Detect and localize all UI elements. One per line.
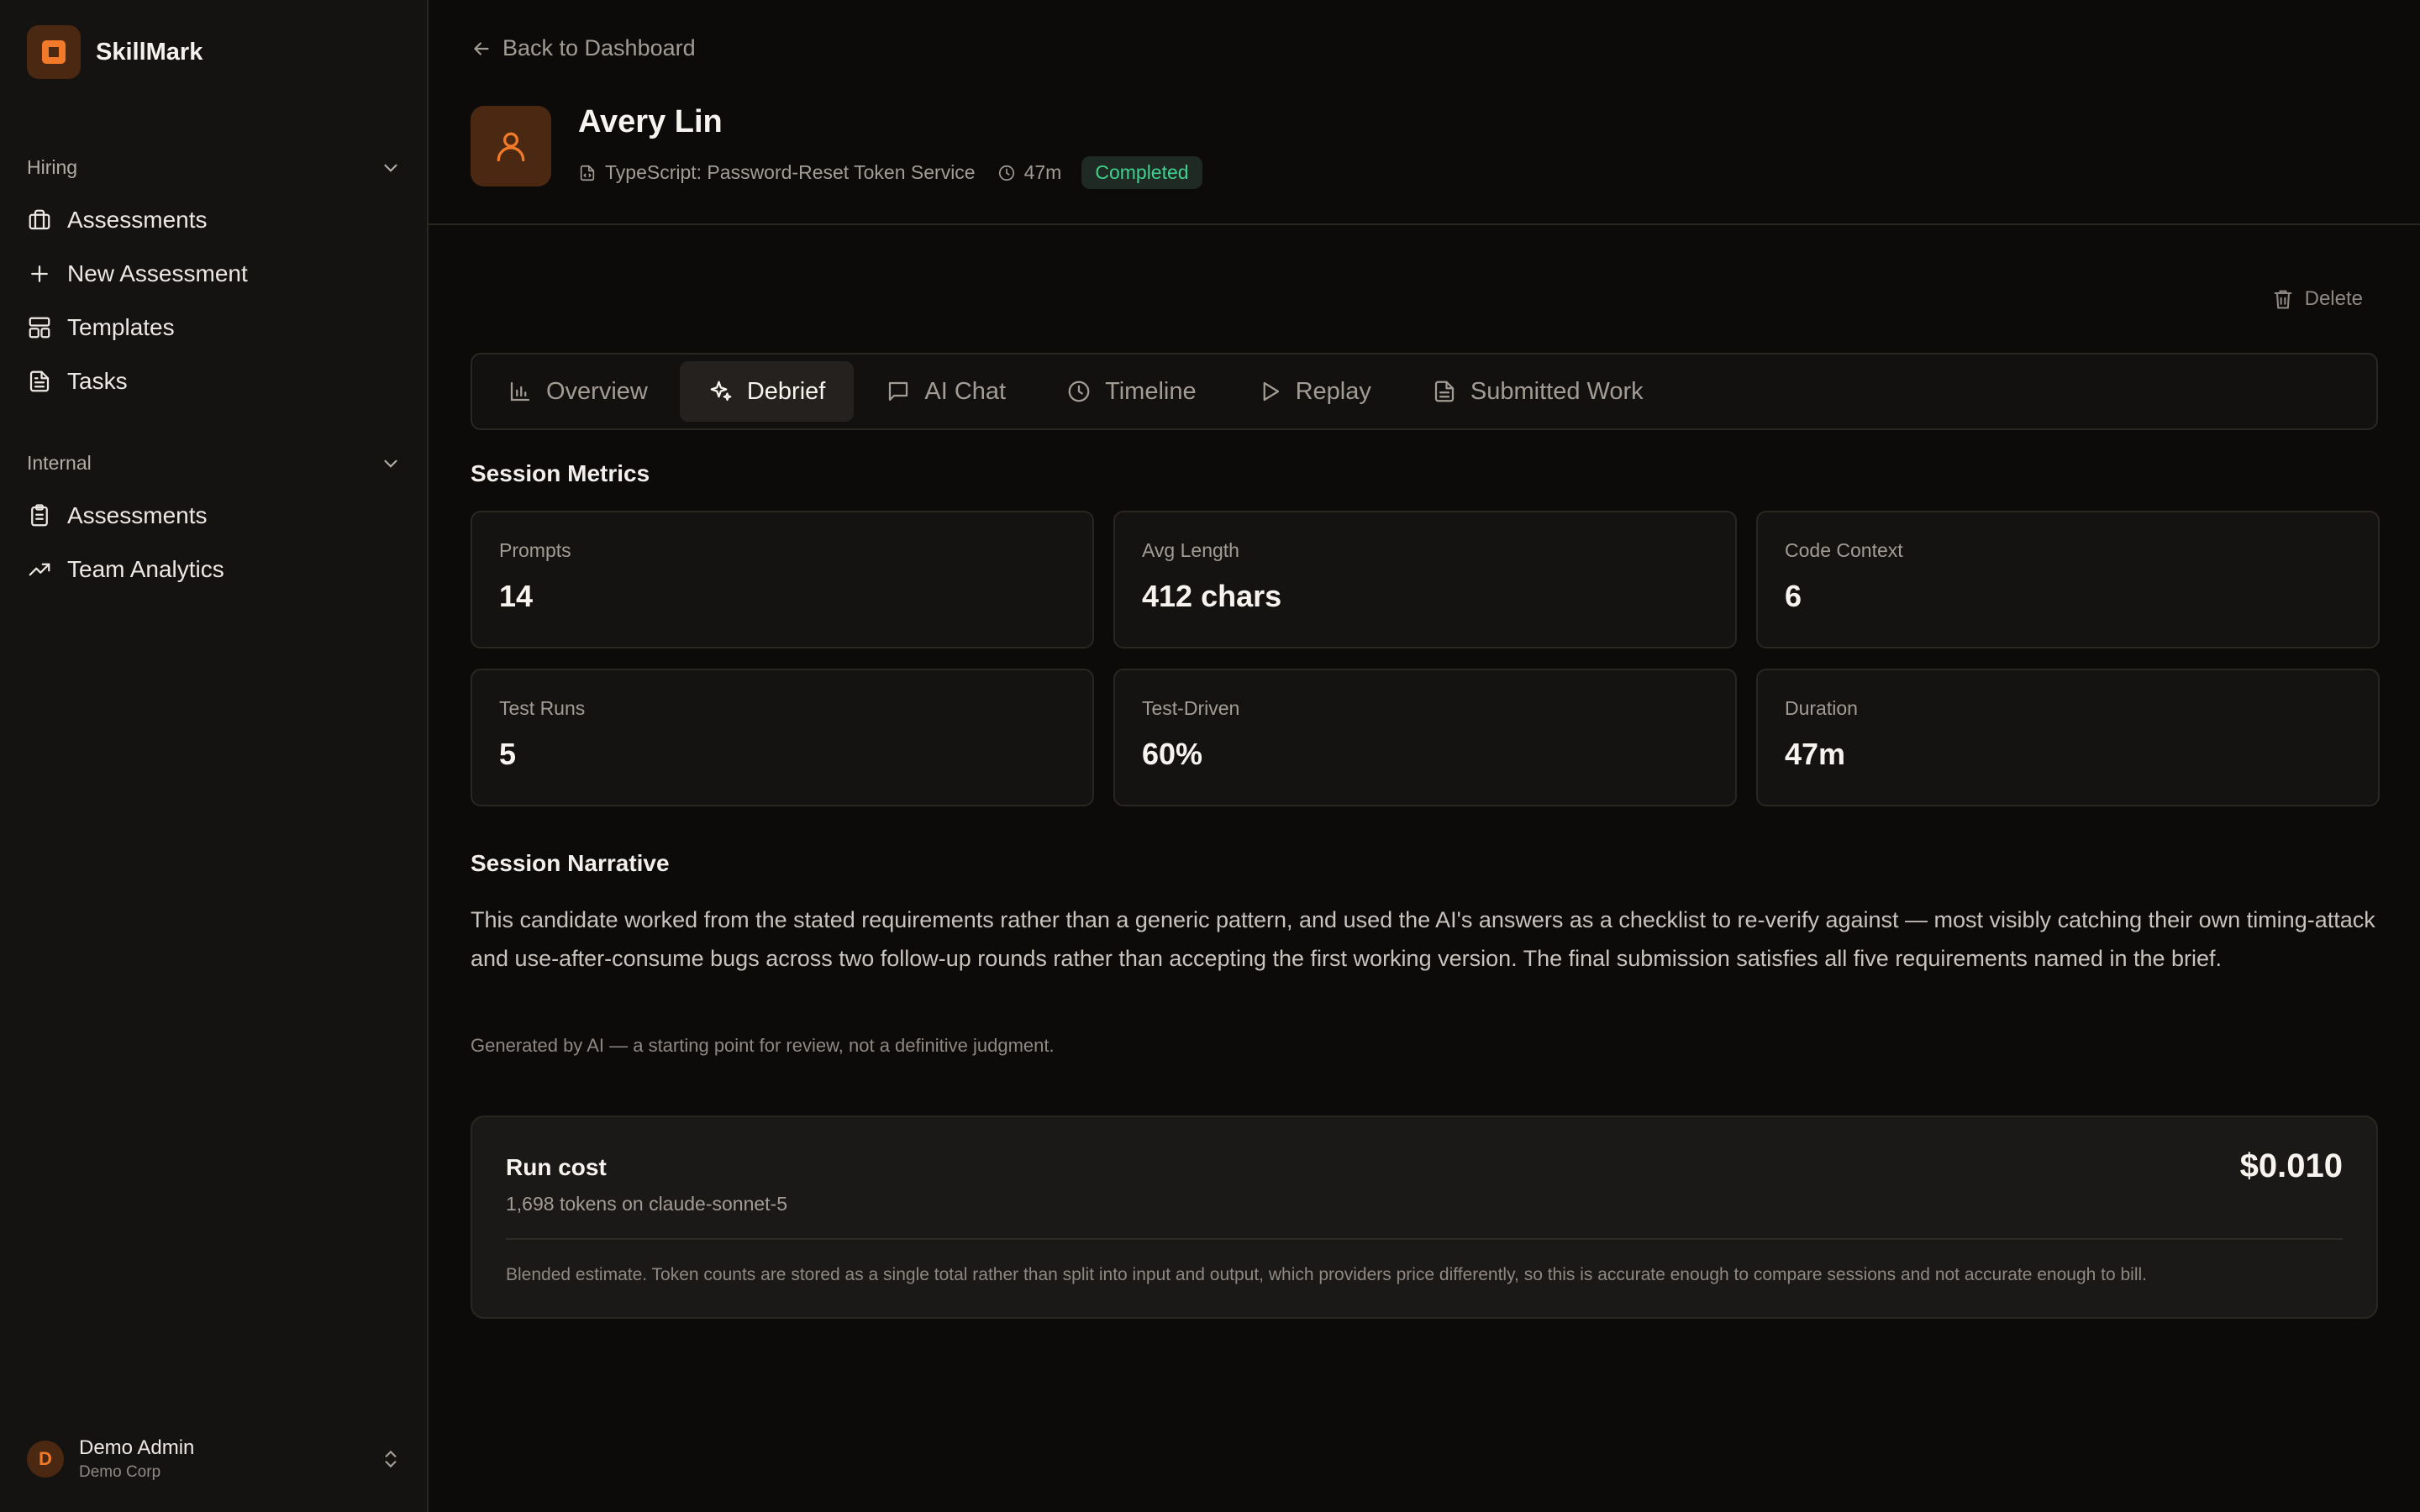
tab-label: AI Chat (924, 377, 1007, 405)
tab-label: Debrief (746, 377, 826, 405)
file-text-icon (29, 370, 50, 392)
run-cost-card: Run cost 1,698 tokens on claude-sonnet-5… (471, 1116, 2378, 1319)
user-icon (497, 132, 525, 162)
back-label: Back to Dashboard (502, 35, 696, 60)
candidate-meta: TypeScript: Password-Reset Token Service… (578, 156, 1202, 189)
tab-label: Timeline (1105, 377, 1197, 405)
message-icon (889, 381, 908, 402)
run-cost-divider (506, 1238, 2343, 1240)
metric-value: 5 (499, 737, 517, 771)
chevron-down-icon (384, 164, 397, 172)
metric-card-avg-length: Avg Length 412 chars (1113, 511, 1737, 648)
file-icon (1434, 381, 1454, 402)
sidebar-item-label: New Assessment (67, 260, 248, 286)
logo-icon (27, 25, 81, 79)
tab-label: Submitted Work (1470, 377, 1644, 405)
run-cost-title: Run cost (506, 1154, 607, 1180)
trending-up-icon (29, 563, 50, 576)
file-code-icon (580, 165, 595, 181)
run-cost-tokens: 1,698 tokens on claude-sonnet-5 (506, 1193, 788, 1215)
avatar: D (27, 1441, 64, 1478)
candidate-name: Avery Lin (578, 104, 723, 139)
metric-card-duration: Duration 47m (1756, 669, 2380, 806)
metric-label: Prompts (499, 539, 571, 561)
tab-debrief[interactable]: Debrief (679, 361, 855, 422)
sidebar-item-tasks[interactable]: Tasks (27, 368, 128, 395)
sidebar-item-label: Assessments (67, 207, 208, 233)
metric-card-code-context: Code Context 6 (1756, 511, 2380, 648)
sidebar-item-label: Templates (67, 314, 175, 340)
tab-submitted-work[interactable]: Submitted Work (1403, 361, 1672, 422)
sidebar-item-label: Assessments (67, 502, 208, 528)
back-to-dashboard-link[interactable]: Back to Dashboard (471, 35, 696, 61)
sparkles-icon (710, 381, 732, 402)
header-divider (429, 223, 2420, 225)
session-narrative-title: Session Narrative (471, 850, 670, 876)
layout-icon (29, 317, 50, 339)
metric-value: 6 (1785, 579, 1802, 613)
metric-value: 14 (499, 579, 534, 613)
clipboard-icon (31, 504, 48, 527)
sidebar: SkillMark Hiring Assessments New Assessm… (0, 0, 429, 1512)
sidebar-item-new-assessment[interactable]: New Assessment (27, 260, 248, 287)
main-content: Back to Dashboard Avery Lin TypeScript: … (429, 0, 2420, 1512)
user-org: Demo Corp (79, 1463, 161, 1481)
trash-icon (2274, 290, 2292, 309)
chevron-down-icon (384, 459, 397, 468)
status-badge: Completed (1081, 156, 1202, 189)
tab-timeline[interactable]: Timeline (1038, 361, 1225, 422)
plus-icon (31, 265, 48, 282)
sidebar-item-assessments[interactable]: Assessments (27, 207, 208, 234)
group-title: Internal (27, 452, 92, 474)
metric-label: Test-Driven (1142, 697, 1240, 719)
arrow-left-icon (474, 41, 489, 55)
bar-chart-icon (510, 381, 530, 402)
brand[interactable]: SkillMark (27, 25, 203, 79)
clock-icon (998, 165, 1014, 181)
play-icon (1263, 381, 1279, 402)
metric-label: Test Runs (499, 697, 586, 719)
brand-name: SkillMark (96, 38, 203, 66)
sidebar-item-templates[interactable]: Templates (27, 314, 175, 341)
task-name: TypeScript: Password-Reset Token Service (605, 161, 976, 183)
metric-value: 412 chars (1142, 579, 1282, 613)
sidebar-item-internal-assessments[interactable]: Assessments (27, 502, 208, 529)
group-header-hiring[interactable]: Hiring (27, 156, 402, 179)
group-title: Hiring (27, 156, 78, 178)
user-menu[interactable]: D Demo Admin Demo Corp (27, 1436, 402, 1482)
tab-overview[interactable]: Overview (479, 361, 676, 422)
tab-bar: Overview Debrief AI Chat Timeline Replay… (471, 353, 2378, 430)
chevrons-up-down-icon (385, 1450, 397, 1468)
delete-label: Delete (2304, 287, 2363, 310)
clock-icon (1068, 381, 1090, 402)
group-header-internal[interactable]: Internal (27, 452, 402, 475)
duration: 47m (1023, 161, 1062, 183)
sidebar-item-team-analytics[interactable]: Team Analytics (27, 556, 224, 583)
metric-label: Avg Length (1142, 539, 1239, 561)
tab-ai-chat[interactable]: AI Chat (857, 361, 1034, 422)
tab-label: Replay (1295, 377, 1371, 405)
metric-card-test-runs: Test Runs 5 (471, 669, 1094, 806)
metric-value: 60% (1142, 737, 1203, 771)
delete-button[interactable]: Delete (2271, 287, 2363, 311)
candidate-avatar (471, 106, 551, 186)
metric-label: Duration (1785, 697, 1858, 719)
sidebar-item-label: Tasks (67, 368, 128, 394)
sidebar-item-label: Team Analytics (67, 556, 224, 582)
metric-card-prompts: Prompts 14 (471, 511, 1094, 648)
session-metrics-title: Session Metrics (471, 460, 650, 486)
ai-disclaimer: Generated by AI — a starting point for r… (471, 1035, 1055, 1056)
briefcase-icon (29, 209, 50, 230)
tab-replay[interactable]: Replay (1228, 361, 1400, 422)
run-cost-note: Blended estimate. Token counts are store… (506, 1265, 2147, 1284)
tab-label: Overview (546, 377, 648, 405)
run-cost-value: $0.010 (2239, 1147, 2343, 1184)
metric-label: Code Context (1785, 539, 1903, 561)
user-name: Demo Admin (79, 1436, 195, 1459)
metric-value: 47m (1785, 737, 1846, 771)
session-narrative-text: This candidate worked from the stated re… (471, 907, 2375, 971)
metric-card-test-driven: Test-Driven 60% (1113, 669, 1737, 806)
